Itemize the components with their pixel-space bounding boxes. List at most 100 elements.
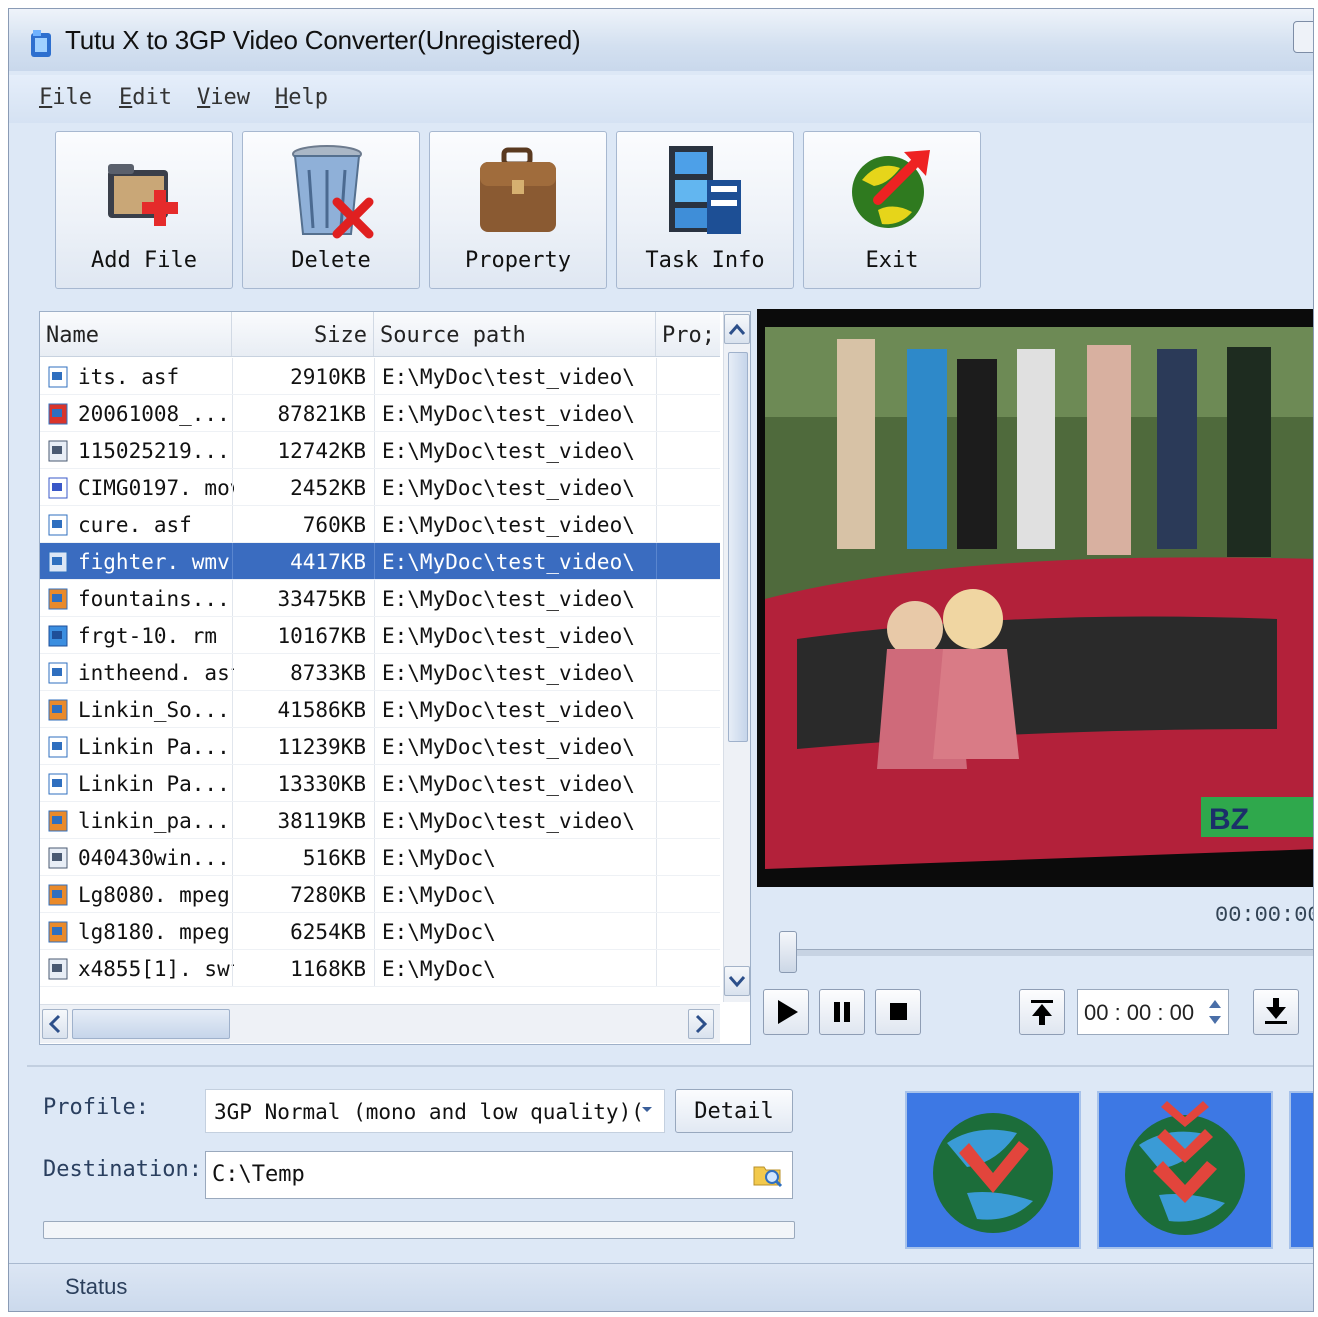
file-name: Linkin Pa...	[78, 735, 230, 759]
file-source-path: E:\MyDoc\test_video\	[382, 661, 635, 685]
property-button[interactable]: Property	[429, 131, 607, 289]
column-separator	[232, 876, 233, 912]
column-separator	[656, 765, 657, 801]
table-row[interactable]: Linkin Pa... 13330KB E:\MyDoc\test_video\	[40, 765, 720, 802]
elapsed-time: 00:00:00	[1215, 903, 1314, 928]
table-row[interactable]: fountains... 33475KB E:\MyDoc\test_video\	[40, 580, 720, 617]
file-size: 2910KB	[290, 365, 366, 389]
column-header-name[interactable]: Name	[40, 312, 232, 356]
browse-folder-icon[interactable]	[751, 1157, 785, 1191]
table-row-selected[interactable]: fighter. wmv 4417KB E:\MyDoc\test_video\	[40, 543, 720, 580]
property-label: Property	[465, 248, 571, 273]
table-row[interactable]: intheend. asf 8733KB E:\MyDoc\test_video\	[40, 654, 720, 691]
file-rows: its. asf 2910KB E:\MyDoc\test_video\ 200610…	[40, 358, 720, 1002]
file-size: 8733KB	[290, 661, 366, 685]
file-source-path: E:\MyDoc\test_video\	[382, 809, 635, 833]
table-row[interactable]: lg8180. mpeg 6254KB E:\MyDoc\	[40, 913, 720, 950]
column-header-source-path[interactable]: Source path	[374, 312, 656, 356]
menu-help[interactable]: Help	[275, 85, 328, 110]
column-separator	[374, 691, 375, 727]
file-size: 7280KB	[290, 883, 366, 907]
column-separator	[656, 469, 657, 505]
toolbar: Add File Delete Property Task Info Exit	[9, 129, 1313, 305]
vertical-scrollbar[interactable]	[723, 312, 750, 1002]
status-bar: Status	[9, 1263, 1313, 1311]
play-button[interactable]	[763, 989, 809, 1035]
time-spinner-icon[interactable]	[1205, 993, 1225, 1031]
add-file-button[interactable]: Add File	[55, 131, 233, 289]
scroll-down-button[interactable]	[724, 966, 750, 996]
menu-bar: File Edit View Help	[9, 75, 1313, 123]
column-header-progress[interactable]: Pro;	[656, 312, 720, 356]
file-size: 41586KB	[277, 698, 366, 722]
table-row[interactable]: cure. asf 760KB E:\MyDoc\test_video\	[40, 506, 720, 543]
column-separator	[232, 765, 233, 801]
column-separator	[232, 617, 233, 653]
horizontal-scroll-thumb[interactable]	[72, 1009, 230, 1039]
profile-select[interactable]: 3GP Normal (mono and low quality)(	[205, 1089, 665, 1133]
scroll-right-button[interactable]	[688, 1009, 714, 1039]
table-row[interactable]: its. asf 2910KB E:\MyDoc\test_video\	[40, 358, 720, 395]
table-row[interactable]: 040430win... 516KB E:\MyDoc\	[40, 839, 720, 876]
destination-field[interactable]: C:\Temp	[205, 1151, 793, 1199]
column-separator	[374, 395, 375, 431]
scroll-left-button[interactable]	[42, 1009, 68, 1039]
menu-view[interactable]: View	[197, 85, 250, 110]
seek-slider-thumb[interactable]	[779, 931, 797, 973]
table-row[interactable]: linkin_pa... 38119KB E:\MyDoc\test_video\	[40, 802, 720, 839]
set-end-button[interactable]	[1253, 989, 1299, 1035]
window-control-button[interactable]	[1293, 21, 1313, 53]
table-row[interactable]: 20061008_... 87821KB E:\MyDoc\test_video\	[40, 395, 720, 432]
chevron-down-icon	[728, 976, 746, 988]
column-separator	[232, 654, 233, 690]
recycle-bin-icon	[292, 145, 374, 239]
file-name: CIMG0197. mov	[78, 476, 234, 500]
column-separator	[374, 469, 375, 505]
generic-file-icon	[48, 958, 68, 980]
pause-button[interactable]	[819, 989, 865, 1035]
column-separator	[374, 543, 375, 579]
file-size: 2452KB	[290, 476, 366, 500]
file-name: intheend. asf	[78, 661, 234, 685]
exit-label: Exit	[865, 248, 919, 273]
file-size: 760KB	[302, 513, 366, 537]
add-file-label: Add File	[91, 248, 197, 273]
file-list[interactable]: Name Size Source path Pro; its. asf 2910K…	[39, 311, 751, 1045]
table-row[interactable]: CIMG0197. mov 2452KB E:\MyDoc\test_video\	[40, 469, 720, 506]
exit-button[interactable]: Exit	[803, 131, 981, 289]
mpeg-file-icon	[48, 884, 68, 906]
play-icon	[778, 1000, 798, 1024]
convert-button[interactable]	[905, 1091, 1081, 1249]
file-source-path: E:\MyDoc\	[382, 883, 496, 907]
title-bar: Tutu X to 3GP Video Converter(Unregister…	[9, 9, 1313, 71]
file-size: 13330KB	[277, 772, 366, 796]
table-row[interactable]: Linkin Pa... 11239KB E:\MyDoc\test_video\	[40, 728, 720, 765]
set-start-button[interactable]	[1019, 989, 1065, 1035]
table-row[interactable]: Linkin_So... 41586KB E:\MyDoc\test_video\	[40, 691, 720, 728]
file-source-path: E:\MyDoc\test_video\	[382, 402, 635, 426]
dropdown-arrow-icon[interactable]	[637, 1099, 657, 1119]
menu-edit[interactable]: Edit	[119, 85, 172, 110]
vertical-scroll-thumb[interactable]	[728, 352, 748, 742]
column-separator	[374, 950, 375, 986]
file-size: 10167KB	[277, 624, 366, 648]
table-row[interactable]: x4855[1]. swf 1168KB E:\MyDoc\	[40, 950, 720, 987]
action-button-partial[interactable]	[1289, 1091, 1313, 1249]
table-row[interactable]: Lg8080. mpeg 7280KB E:\MyDoc\	[40, 876, 720, 913]
seek-track[interactable]	[779, 949, 1313, 956]
list-header: Name Size Source path Pro;	[40, 312, 720, 357]
rm-file-icon	[48, 625, 68, 647]
table-row[interactable]: frgt-10. rm 10167KB E:\MyDoc\test_video\	[40, 617, 720, 654]
column-header-size[interactable]: Size	[232, 312, 374, 356]
detail-button[interactable]: Detail	[675, 1089, 793, 1133]
table-row[interactable]: 115025219... 12742KB E:\MyDoc\test_video\	[40, 432, 720, 469]
task-info-button[interactable]: Task Info	[616, 131, 794, 289]
stop-button[interactable]	[875, 989, 921, 1035]
column-separator	[656, 913, 657, 949]
scroll-up-button[interactable]	[724, 314, 750, 344]
menu-file[interactable]: File	[39, 85, 92, 110]
horizontal-scrollbar[interactable]	[40, 1004, 720, 1043]
batch-convert-button[interactable]	[1097, 1091, 1273, 1249]
file-size: 516KB	[302, 846, 366, 870]
delete-button[interactable]: Delete	[242, 131, 420, 289]
